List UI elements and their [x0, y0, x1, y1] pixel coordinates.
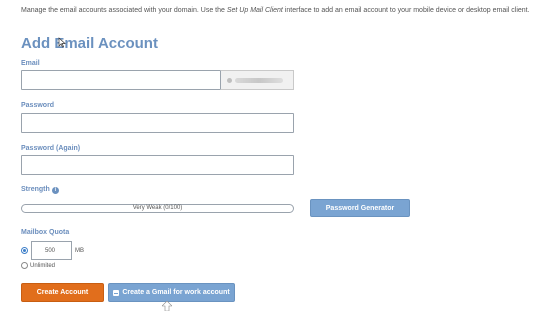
strength-label: Strength i	[21, 186, 59, 194]
quota-unlimited-row: Unlimited	[21, 262, 55, 269]
arrow-cursor-icon	[162, 301, 172, 311]
intro-text-after: interface to add an email account to you…	[282, 7, 530, 14]
email-label: Email	[21, 60, 40, 67]
pointer-cursor-icon	[58, 37, 66, 48]
quota-input[interactable]: 500	[31, 241, 72, 260]
mailbox-quota-label: Mailbox Quota	[21, 229, 70, 236]
mail-icon	[113, 289, 120, 296]
password-again-label: Password (Again)	[21, 145, 81, 152]
domain-select[interactable]	[221, 70, 294, 90]
password-field[interactable]	[21, 113, 294, 133]
set-up-mail-client-link[interactable]: Set Up Mail Client	[227, 7, 283, 14]
quota-unlimited-radio[interactable]	[21, 262, 28, 269]
quota-limited-row: 500 MB	[21, 241, 84, 260]
intro-text: Manage the email accounts associated wit…	[21, 7, 530, 14]
page-title: Add Email Account	[21, 35, 158, 52]
unlimited-label: Unlimited	[30, 262, 56, 269]
strength-label-text: Strength	[21, 186, 50, 193]
intro-text-before: Manage the email accounts associated wit…	[21, 7, 227, 14]
quota-unit: MB	[75, 247, 84, 254]
quota-limited-radio[interactable]	[21, 247, 28, 254]
password-generator-button[interactable]: Password Generator	[310, 199, 410, 217]
password-strength-meter: Very Weak (0/100)	[21, 204, 294, 213]
email-field[interactable]	[21, 70, 221, 90]
password-again-field[interactable]	[21, 155, 294, 175]
info-icon[interactable]: i	[51, 187, 59, 194]
create-account-button[interactable]: Create Account	[21, 283, 104, 302]
password-label: Password	[21, 102, 55, 109]
create-gmail-button-label: Create a Gmail for work account	[122, 289, 230, 296]
create-gmail-button[interactable]: Create a Gmail for work account	[108, 283, 235, 302]
